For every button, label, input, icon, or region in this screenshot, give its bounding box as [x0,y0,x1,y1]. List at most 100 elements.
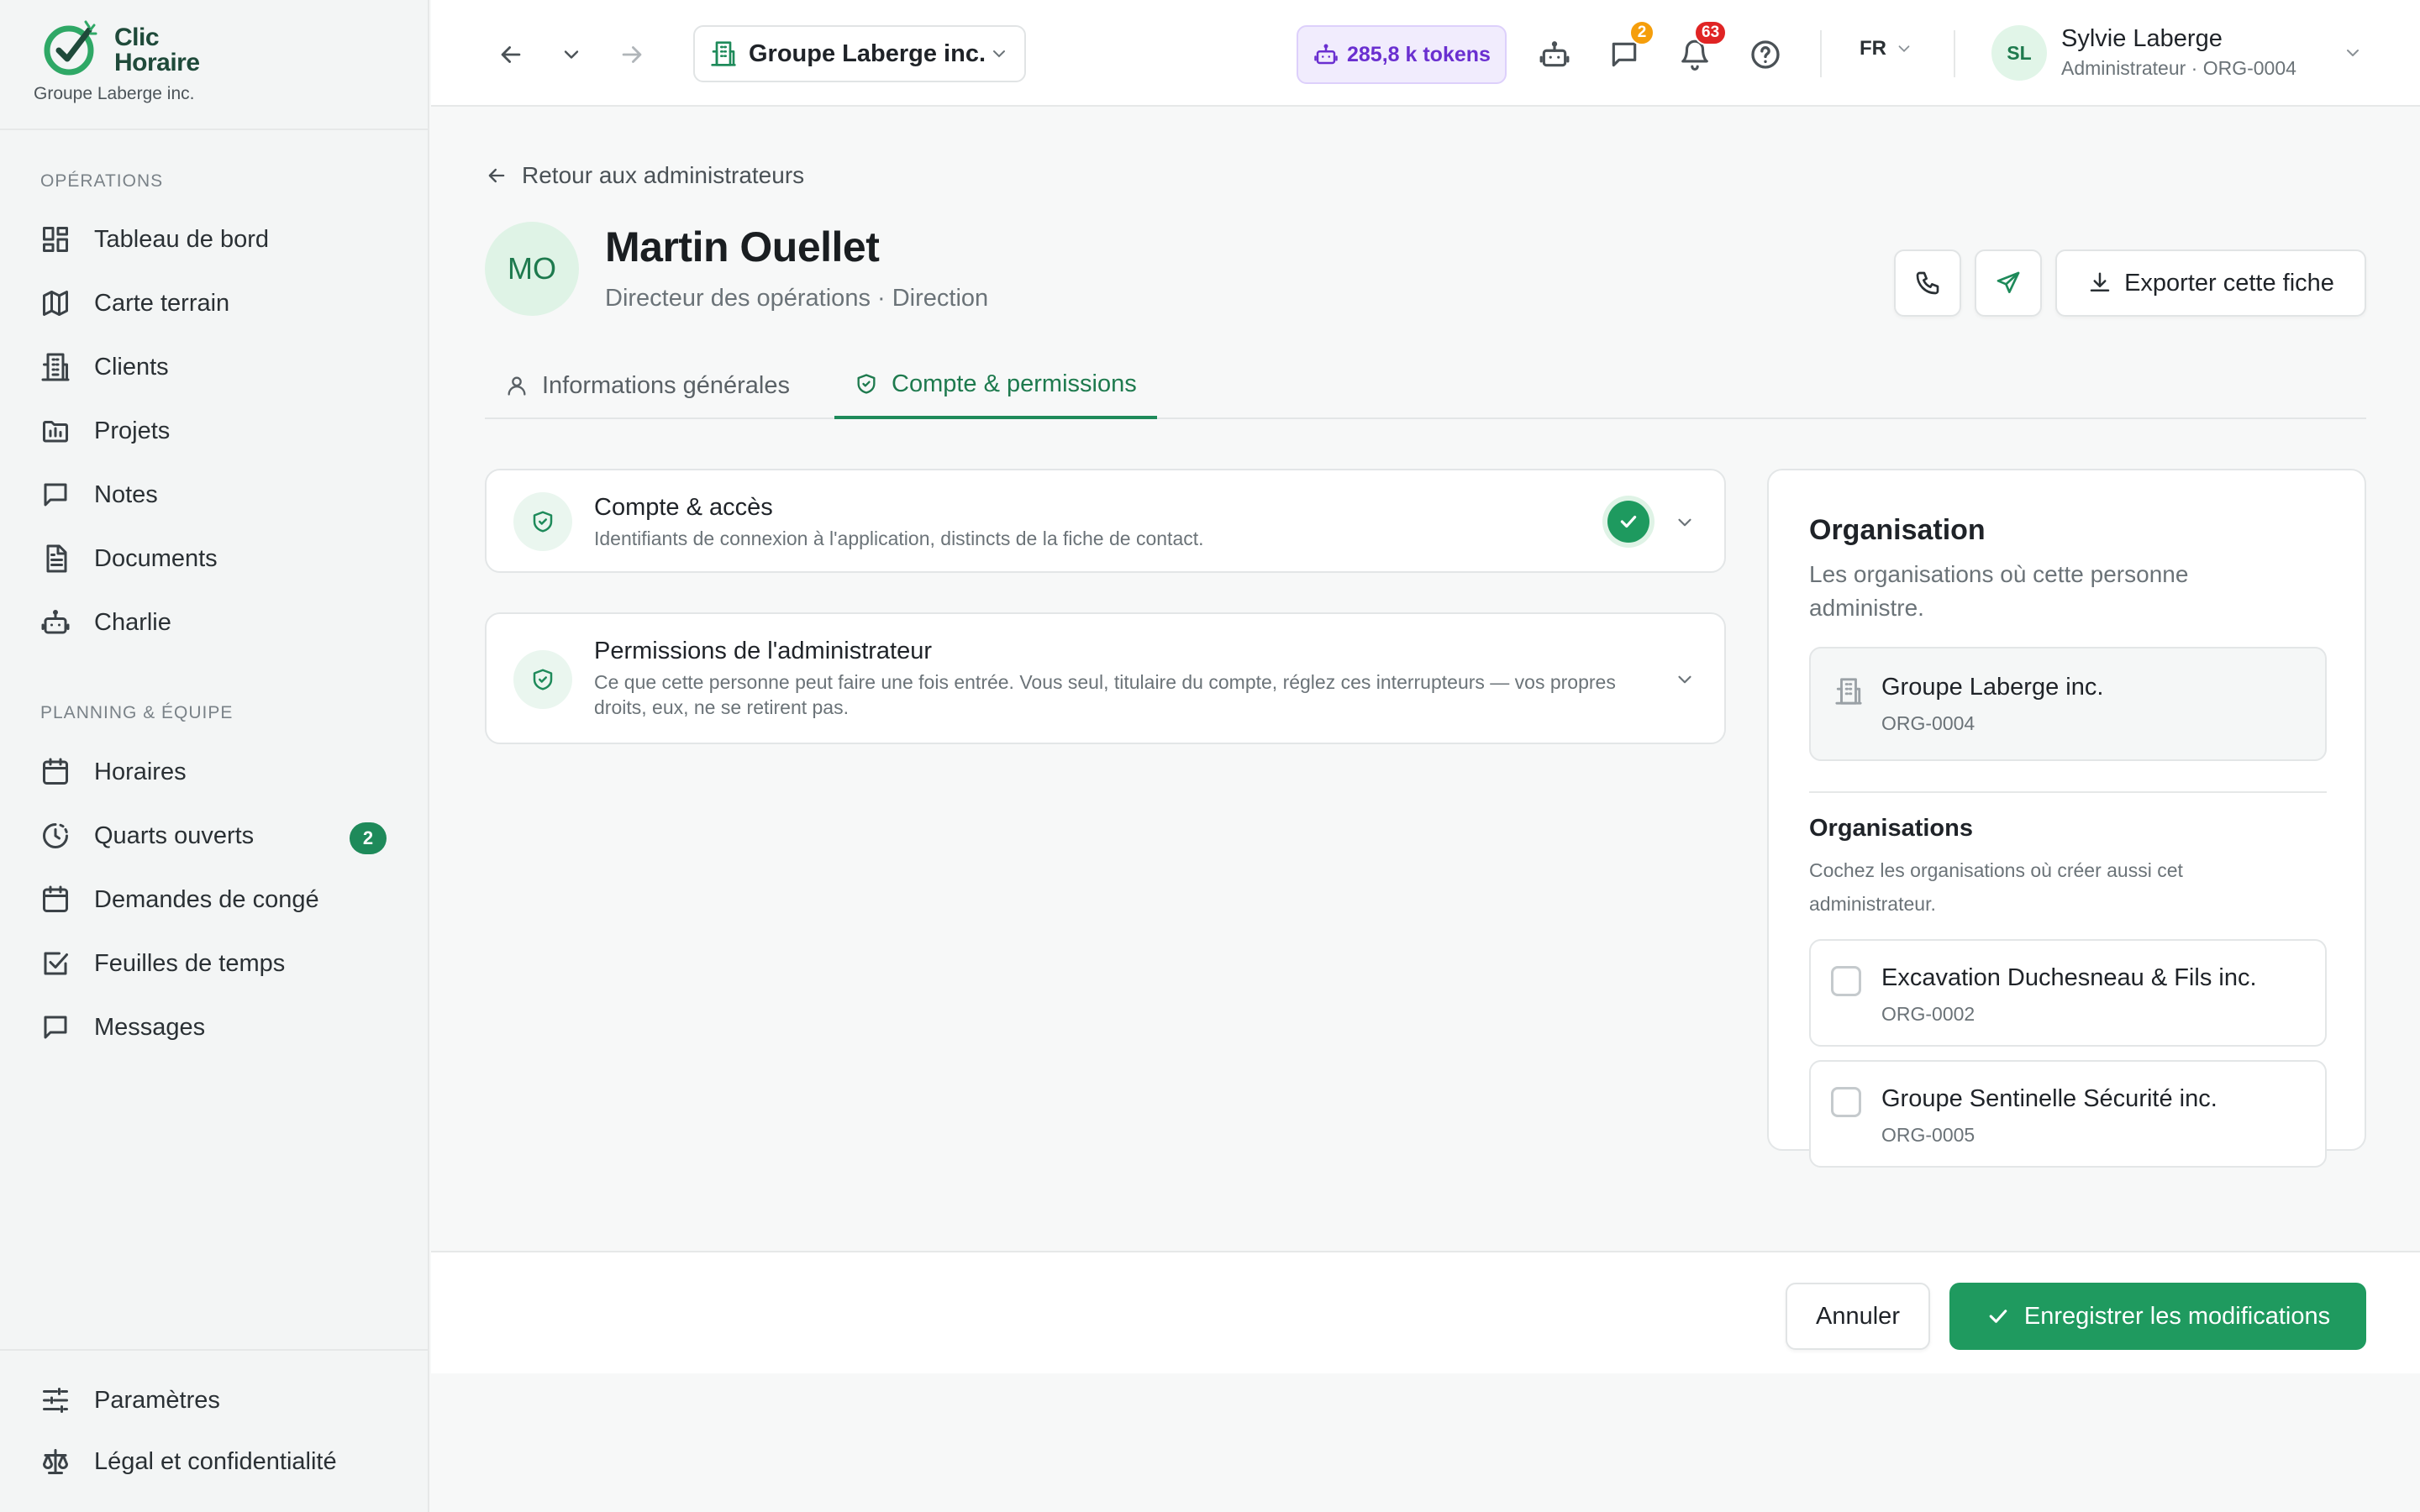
sidebar-item-carte-terrain[interactable]: Carte terrain [34,278,395,328]
app-logo[interactable]: Clic Horaire [40,18,208,86]
arrow-left-icon [501,46,521,63]
chevron-down-icon [1678,518,1691,527]
notifications-badge: 63 [1694,20,1728,45]
form-footer: Annuler Enregistrer les modifications [431,1251,2420,1373]
clock-icon [39,819,72,853]
chat-icon [39,478,72,512]
export-button[interactable]: Exporter cette fiche [2055,249,2366,317]
organisation-panel: Organisation Les organisations où cette … [1767,469,2366,1168]
help-icon [1751,40,1780,69]
sidebar-item-messages[interactable]: Messages [34,1002,395,1053]
check-icon [1989,1310,2007,1323]
tokens-indicator[interactable]: 285,8 k tokens [1297,25,1507,84]
sidebar-item-projets[interactable]: Projets [34,406,395,456]
back-nav-button[interactable] [490,34,532,76]
back-to-admins-link[interactable]: Retour aux administrateurs [485,162,804,189]
logo-text: Clic Horaire [114,24,200,76]
building-icon [711,41,736,66]
sidebar-item-tableau-de-bord[interactable]: Tableau de bord [34,214,395,265]
call-button[interactable] [1894,249,1961,317]
help-button[interactable] [1743,32,1788,77]
arrow-left-icon [488,168,505,183]
user-avatar[interactable]: SL [1991,25,2047,81]
chevron-down-icon [1898,45,1910,53]
sidebar-item-label: Paramètres [94,1386,220,1414]
expand-button[interactable] [1670,664,1700,695]
current-organisation: Groupe Laberge inc. ORG-0004 [1809,647,2327,761]
org-checkbox[interactable] [1831,966,1861,996]
sidebar-item-label: Horaires [94,758,187,785]
tab-informations-generales[interactable]: Informations générales [505,352,790,419]
section-label-operations: OPÉRATIONS [40,171,164,191]
sidebar-item-legal[interactable]: Légal et confidentialité [34,1436,395,1487]
sidebar-item-label: Carte terrain [94,289,230,317]
org-name: Groupe Sentinelle Sécurité inc. [1881,1085,2217,1112]
chevron-down-icon [993,50,1005,58]
panel-subtitle: Les organisations où cette personne admi… [1809,561,2189,621]
history-dropdown-button[interactable] [550,34,592,76]
assistant-button[interactable] [1532,32,1577,77]
sidebar-item-label: Charlie [94,608,171,636]
sidebar-item-clients[interactable]: Clients [34,342,395,392]
dashboard-icon [39,223,72,256]
divider [0,1349,429,1351]
chat-icon [39,1011,72,1044]
profile-role: Directeur des opérations · Direction [605,285,989,312]
profile-avatar: MO [485,222,579,316]
building-icon [39,350,72,384]
back-link-label: Retour aux administrateurs [522,162,805,188]
sidebar-item-feuilles-de-temps[interactable]: Feuilles de temps [34,938,395,989]
map-icon [39,286,72,320]
download-icon [2090,272,2110,291]
company-name: Groupe Laberge inc. [34,84,195,103]
divider [1954,30,1955,77]
top-bar: Groupe Laberge inc. 285,8 k tokens 2 63 … [431,0,2420,107]
panel-title: Organisation [1809,514,1986,546]
save-button[interactable]: Enregistrer les modifications [1949,1283,2366,1350]
tab-label: Compte & permissions [892,370,1137,397]
org-switcher[interactable]: Groupe Laberge inc. [693,25,1026,82]
forward-nav-button[interactable] [611,34,653,76]
sidebar-item-quarts-ouverts[interactable]: Quarts ouverts 2 [34,811,395,861]
scale-icon [39,1445,72,1478]
org-option-excavation-duchesneau[interactable]: Excavation Duchesneau & Fils inc. ORG-00… [1809,939,2327,1047]
org-switcher-label: Groupe Laberge inc. [749,39,986,67]
folder-icon [39,414,72,448]
sidebar-item-horaires[interactable]: Horaires [34,747,395,797]
user-icon [508,376,526,396]
sliders-icon [39,1383,72,1417]
org-option-groupe-sentinelle[interactable]: Groupe Sentinelle Sécurité inc. ORG-0005 [1809,1060,2327,1168]
language-selector[interactable]: FR [1860,37,1913,60]
shield-check-icon [857,374,876,394]
tab-compte-permissions[interactable]: Compte & permissions [834,352,1157,419]
sidebar-item-parametres[interactable]: Paramètres [34,1375,395,1425]
sidebar-item-label: Messages [94,1013,206,1041]
send-button[interactable] [1975,249,2042,317]
expand-button[interactable] [1670,507,1700,538]
divider [0,129,429,130]
user-role: Administrateur · ORG-0004 [2061,57,2296,79]
sidebar-item-charlie[interactable]: Charlie [34,597,395,648]
sidebar: Clic Horaire Groupe Laberge inc. OPÉRATI… [0,0,429,1512]
org-checkbox[interactable] [1831,1087,1861,1117]
org-code: ORG-0004 [1881,712,1975,734]
organisations-subtitle: Cochez les organisations où créer aussi … [1809,859,2183,915]
chevron-down-icon [2347,50,2359,56]
sidebar-item-demandes-de-conge[interactable]: Demandes de congé [34,874,395,925]
calendar-icon [39,883,72,916]
sidebar-item-notes[interactable]: Notes [34,470,395,520]
sidebar-item-label: Projets [94,417,171,444]
section-description: Ce que cette personne peut faire une foi… [594,671,1616,718]
divider [1820,30,1822,77]
count-badge: 2 [350,822,387,854]
organisations-title: Organisations [1809,815,1973,842]
building-icon [1835,678,1862,705]
cancel-button[interactable]: Annuler [1786,1283,1930,1350]
user-menu-button[interactable] [2338,39,2367,67]
admin-permissions-section[interactable]: Permissions de l'administrateur Ce que c… [485,612,1726,744]
sidebar-item-documents[interactable]: Documents [34,533,395,584]
section-title: Permissions de l'administrateur [594,638,933,664]
sidebar-item-label: Légal et confidentialité [94,1447,337,1475]
chevron-down-icon [564,50,579,59]
account-access-section[interactable]: Compte & accès Identifiants de connexion… [485,469,1726,573]
